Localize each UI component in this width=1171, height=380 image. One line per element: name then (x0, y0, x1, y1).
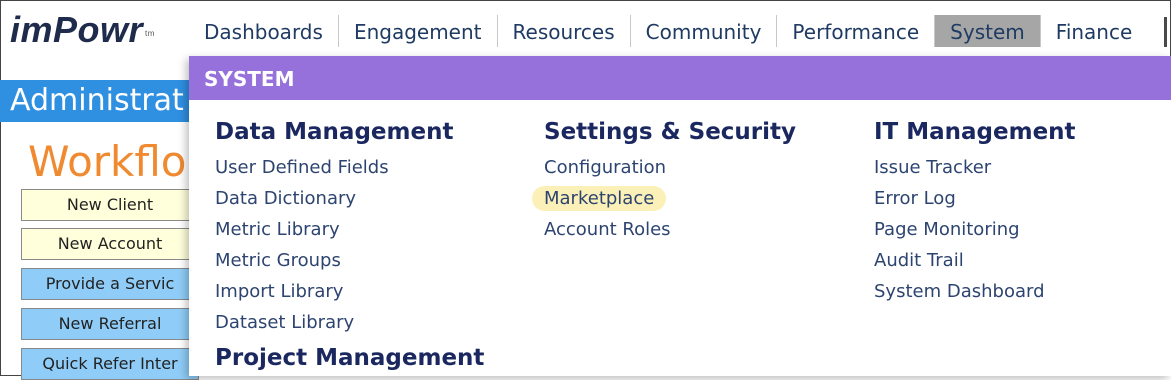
menu-item-import-library[interactable]: Import Library (215, 276, 484, 307)
top-navigation: Dashboards Engagement Resources Communit… (189, 15, 1147, 47)
menu-item-system-dashboard[interactable]: System Dashboard (874, 276, 1076, 307)
impowr-logo[interactable]: imPowr tm (10, 10, 155, 50)
new-referral-button[interactable]: New Referral (21, 308, 199, 340)
new-account-button[interactable]: New Account (21, 228, 199, 260)
menu-item-marketplace[interactable]: Marketplace (532, 183, 796, 214)
page-title-bar: Administrat (0, 80, 200, 122)
menu-list: User Defined Fields Data Dictionary Metr… (215, 152, 484, 338)
column-title-project-management: Project Management (215, 345, 485, 371)
nav-performance[interactable]: Performance (776, 15, 934, 47)
new-client-button[interactable]: New Client (21, 189, 199, 221)
nav-resources[interactable]: Resources (496, 15, 630, 47)
nav-system[interactable]: System (934, 15, 1040, 47)
nav-engagement[interactable]: Engagement (337, 15, 497, 47)
column-it-management: IT Management Issue Tracker Error Log Pa… (874, 116, 1076, 307)
logo-text: imPowr (10, 9, 144, 50)
column-data-management: Data Management User Defined Fields Data… (215, 116, 484, 374)
menu-item-dataset-library[interactable]: Dataset Library (215, 307, 484, 338)
provide-service-button[interactable]: Provide a Servic (21, 268, 199, 300)
menu-item-error-log[interactable]: Error Log (874, 183, 1076, 214)
nav-finance[interactable]: Finance (1039, 15, 1148, 47)
menu-list: Issue Tracker Error Log Page Monitoring … (874, 152, 1076, 307)
nav-dashboards[interactable]: Dashboards (189, 15, 338, 47)
menu-item-marketplace-label: Marketplace (532, 186, 667, 211)
column-title: IT Management (874, 119, 1076, 145)
menu-item-data-dictionary[interactable]: Data Dictionary (215, 183, 484, 214)
column-settings-security: Settings & Security Configuration Market… (532, 116, 797, 245)
menu-item-page-monitoring[interactable]: Page Monitoring (874, 214, 1076, 245)
menu-item-issue-tracker[interactable]: Issue Tracker (874, 152, 1076, 183)
menu-item-metric-groups[interactable]: Metric Groups (215, 245, 484, 276)
nav-scroll-edge (1164, 17, 1167, 47)
logo-trademark: tm (145, 29, 155, 38)
menu-item-user-defined-fields[interactable]: User Defined Fields (215, 152, 484, 183)
menu-list: Configuration Marketplace Account Roles (532, 152, 796, 245)
menu-item-metric-library[interactable]: Metric Library (215, 214, 484, 245)
nav-community[interactable]: Community (629, 15, 777, 47)
workflow-heading: Workflo (28, 137, 187, 186)
menu-item-account-roles[interactable]: Account Roles (544, 214, 796, 245)
column-title: Settings & Security (544, 119, 797, 145)
quick-refer-button[interactable]: Quick Refer Inter (21, 348, 199, 380)
menu-item-audit-trail[interactable]: Audit Trail (874, 245, 1076, 276)
menu-item-configuration[interactable]: Configuration (544, 152, 796, 183)
column-title: Data Management (215, 119, 454, 145)
system-mega-menu: SYSTEM Data Management User Defined Fiel… (189, 56, 1171, 376)
menu-header: SYSTEM (189, 56, 1171, 100)
